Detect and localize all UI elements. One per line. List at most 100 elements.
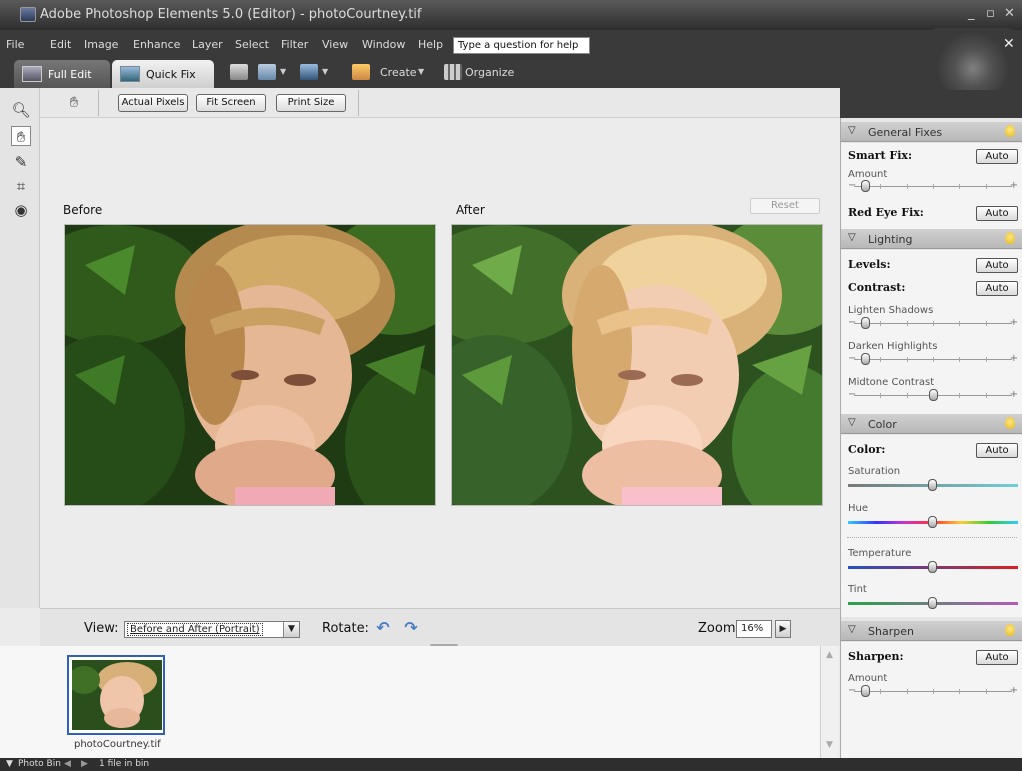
bin-toggle-icon[interactable]: ▼ xyxy=(6,759,13,769)
create-icon[interactable] xyxy=(352,64,370,80)
slider-knob[interactable] xyxy=(928,597,937,609)
section-title: Color xyxy=(868,418,897,431)
rotate-right-icon[interactable]: ↷ xyxy=(402,619,420,637)
slider-knob[interactable] xyxy=(861,685,871,697)
menu-layer[interactable]: Layer xyxy=(192,38,223,51)
slider-knob[interactable] xyxy=(861,353,871,365)
section-title: Lighting xyxy=(868,233,913,246)
menu-help[interactable]: Help xyxy=(418,38,443,51)
sharpen-auto-button[interactable]: Auto xyxy=(976,650,1018,665)
share-dropdown-icon[interactable]: ▼ xyxy=(280,67,286,76)
organize-button[interactable]: Organize xyxy=(465,66,514,84)
midtone-contrast-slider[interactable]: − + xyxy=(848,389,1018,401)
print-icon[interactable] xyxy=(230,64,248,80)
slider-tick xyxy=(959,357,961,362)
slider-tick xyxy=(959,689,961,694)
fit-screen-button[interactable]: Fit Screen xyxy=(196,94,266,112)
hand-tool-icon[interactable]: ✋︎ xyxy=(11,126,31,146)
create-dropdown-icon[interactable]: ▼ xyxy=(418,67,424,76)
print-size-button[interactable]: Print Size xyxy=(276,94,346,112)
scroll-down-icon[interactable]: ▼ xyxy=(823,740,836,753)
menu-view[interactable]: View xyxy=(322,38,348,51)
tip-bulb-icon[interactable] xyxy=(1005,417,1015,429)
slider-knob[interactable] xyxy=(861,317,871,329)
slider-tick xyxy=(985,393,987,398)
tab-full-edit[interactable]: Full Edit xyxy=(14,60,110,88)
reset-button[interactable]: Reset xyxy=(750,198,820,214)
tab-quick-fix[interactable]: Quick Fix xyxy=(112,60,214,88)
menu-window[interactable]: Window xyxy=(362,38,405,51)
view-select[interactable]: Before and After (Portrait) ▼ xyxy=(124,621,300,638)
contrast-auto-button[interactable]: Auto xyxy=(976,281,1018,296)
slider-knob[interactable] xyxy=(928,479,937,491)
menu-edit[interactable]: Edit xyxy=(50,38,71,51)
bin-thumbnail[interactable] xyxy=(67,655,165,735)
tip-bulb-icon[interactable] xyxy=(1005,624,1015,636)
view-bar: View: Before and After (Portrait) ▼ Rota… xyxy=(40,608,840,648)
sharpen-body: Sharpen: Auto Amount − + xyxy=(841,642,1022,758)
document-close-button[interactable]: ✕ xyxy=(1003,36,1015,52)
prev-icon[interactable]: ◀ xyxy=(64,759,71,769)
share-icon[interactable] xyxy=(258,64,276,80)
saturation-slider[interactable] xyxy=(848,479,1018,491)
slider-knob[interactable] xyxy=(861,180,871,192)
color-auto-button[interactable]: Auto xyxy=(976,443,1018,458)
slider-knob[interactable] xyxy=(928,516,937,528)
tint-slider[interactable] xyxy=(848,597,1018,609)
lighten-shadows-slider[interactable]: − + xyxy=(848,317,1018,329)
plus-icon: + xyxy=(1009,180,1018,191)
restore-button[interactable]: ▫ xyxy=(986,6,995,21)
temperature-slider[interactable] xyxy=(848,561,1018,573)
minimize-button[interactable]: _ xyxy=(968,6,975,21)
levels-auto-button[interactable]: Auto xyxy=(976,258,1018,273)
menu-image[interactable]: Image xyxy=(84,38,118,51)
sharpen-amount-slider[interactable]: − + xyxy=(848,685,1018,697)
help-search-input[interactable]: Type a question for help xyxy=(453,37,590,54)
actual-pixels-button[interactable]: Actual Pixels xyxy=(118,94,188,112)
menu-filter[interactable]: Filter xyxy=(281,38,308,51)
menu-enhance[interactable]: Enhance xyxy=(133,38,180,51)
rotate-left-icon[interactable]: ↶ xyxy=(374,619,392,637)
slider-tick xyxy=(906,689,908,694)
slider-knob[interactable] xyxy=(928,561,937,573)
zoom-input[interactable]: 16% xyxy=(736,620,772,638)
section-sharpen[interactable]: ▽ Sharpen xyxy=(841,621,1022,641)
hue-slider[interactable] xyxy=(848,516,1018,528)
zoom-label: Zoom: xyxy=(698,621,740,636)
before-image[interactable] xyxy=(64,224,436,506)
zoom-arrow-icon[interactable]: ▶ xyxy=(775,620,791,638)
scroll-up-icon[interactable]: ▲ xyxy=(823,650,836,663)
section-lighting[interactable]: ▽ Lighting xyxy=(841,229,1022,249)
darken-highlights-slider[interactable]: − + xyxy=(848,353,1018,365)
red-eye-tool-icon[interactable]: ◉ xyxy=(11,200,31,220)
smart-fix-auto-button[interactable]: Auto xyxy=(976,149,1018,164)
smart-fix-amount-slider[interactable]: − + xyxy=(848,180,1018,192)
slider-tick xyxy=(906,321,908,326)
section-general-fixes[interactable]: ▽ General Fixes xyxy=(841,122,1022,142)
menu-select[interactable]: Select xyxy=(235,38,269,51)
zoom-tool-icon[interactable]: 🔍︎ xyxy=(11,100,31,120)
slider-knob[interactable] xyxy=(928,389,938,401)
red-eye-auto-button[interactable]: Auto xyxy=(976,206,1018,221)
next-icon[interactable]: ▶ xyxy=(81,759,88,769)
after-image[interactable] xyxy=(451,224,823,506)
close-button[interactable]: ✕ xyxy=(1004,6,1015,21)
email-icon[interactable] xyxy=(300,64,318,80)
crop-tool-icon[interactable]: ⌗ xyxy=(11,176,31,196)
email-dropdown-icon[interactable]: ▼ xyxy=(322,67,328,76)
slider-tick xyxy=(985,321,987,326)
photo-bin-label[interactable]: Photo Bin xyxy=(18,759,61,769)
tip-bulb-icon[interactable] xyxy=(1005,125,1015,137)
hue-label: Hue xyxy=(848,503,869,514)
slider-tick xyxy=(933,184,934,189)
tip-bulb-icon[interactable] xyxy=(1005,232,1015,244)
bin-scrollbar[interactable]: ▲ ▼ xyxy=(820,646,838,758)
organize-icon[interactable] xyxy=(444,64,462,80)
darken-highlights-label: Darken Highlights xyxy=(848,341,938,352)
collapse-icon: ▽ xyxy=(848,232,856,243)
quick-selection-icon[interactable]: ✎ xyxy=(11,152,31,172)
levels-label: Levels: xyxy=(848,258,891,271)
section-color[interactable]: ▽ Color xyxy=(841,414,1022,434)
menu-file[interactable]: File xyxy=(6,38,24,51)
create-button[interactable]: Create xyxy=(380,66,417,84)
